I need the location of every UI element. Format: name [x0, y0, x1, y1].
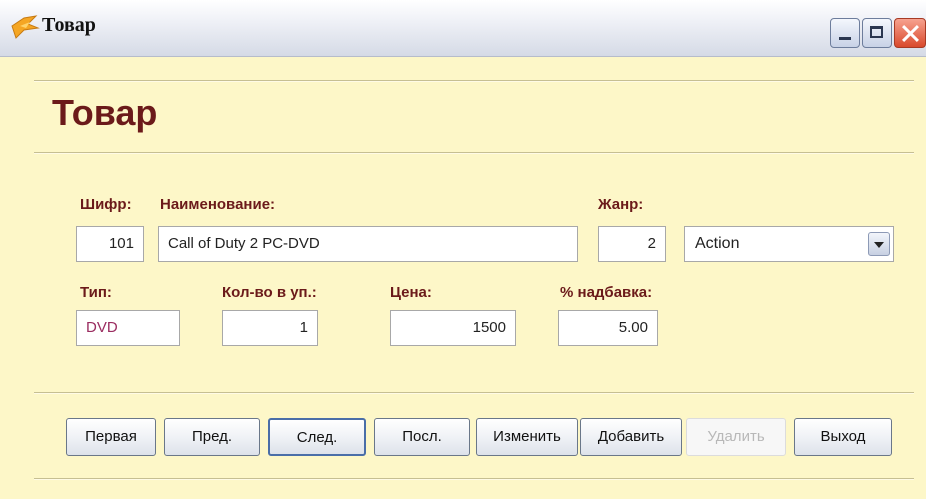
type-label: Тип:: [80, 284, 112, 301]
genre-select-value: Action: [684, 226, 894, 262]
edit-button[interactable]: Изменить: [476, 418, 578, 456]
markup-label: % надбавка:: [560, 284, 653, 301]
price-label: Цена:: [390, 284, 432, 301]
genre-label: Жанр:: [598, 196, 644, 213]
title-bar[interactable]: Товар: [0, 0, 926, 57]
divider-heading: [34, 152, 914, 154]
name-label: Наименование:: [160, 196, 276, 213]
product-window: Товар Товар Шифр: Наименование: Жанр: 10…: [0, 0, 926, 499]
qty-field[interactable]: 1: [222, 310, 318, 346]
first-record-button[interactable]: Первая: [66, 418, 156, 456]
name-field[interactable]: Call of Duty 2 PC-DVD: [158, 226, 578, 262]
genre-select[interactable]: Action: [684, 226, 894, 262]
window-title: Товар: [42, 14, 96, 36]
qty-label: Кол-во в уп.:: [222, 284, 317, 301]
code-field[interactable]: 101: [76, 226, 144, 262]
delete-button[interactable]: Удалить: [686, 418, 786, 456]
code-label: Шифр:: [80, 196, 132, 213]
last-record-button[interactable]: Посл.: [374, 418, 470, 456]
next-record-button[interactable]: След.: [268, 418, 366, 456]
divider-top: [34, 80, 914, 82]
close-button[interactable]: [894, 18, 926, 48]
genre-code-field[interactable]: 2: [598, 226, 666, 262]
chevron-down-icon[interactable]: [868, 232, 890, 256]
add-button[interactable]: Добавить: [580, 418, 682, 456]
type-field[interactable]: DVD: [76, 310, 180, 346]
price-field[interactable]: 1500: [390, 310, 516, 346]
page-title: Товар: [52, 92, 158, 133]
divider-fields: [34, 392, 914, 394]
app-icon: [11, 15, 40, 39]
exit-button[interactable]: Выход: [794, 418, 892, 456]
markup-field[interactable]: 5.00: [558, 310, 658, 346]
prev-record-button[interactable]: Пред.: [164, 418, 260, 456]
minimize-button[interactable]: [830, 18, 860, 48]
maximize-button[interactable]: [862, 18, 892, 48]
divider-bottom: [34, 478, 914, 480]
